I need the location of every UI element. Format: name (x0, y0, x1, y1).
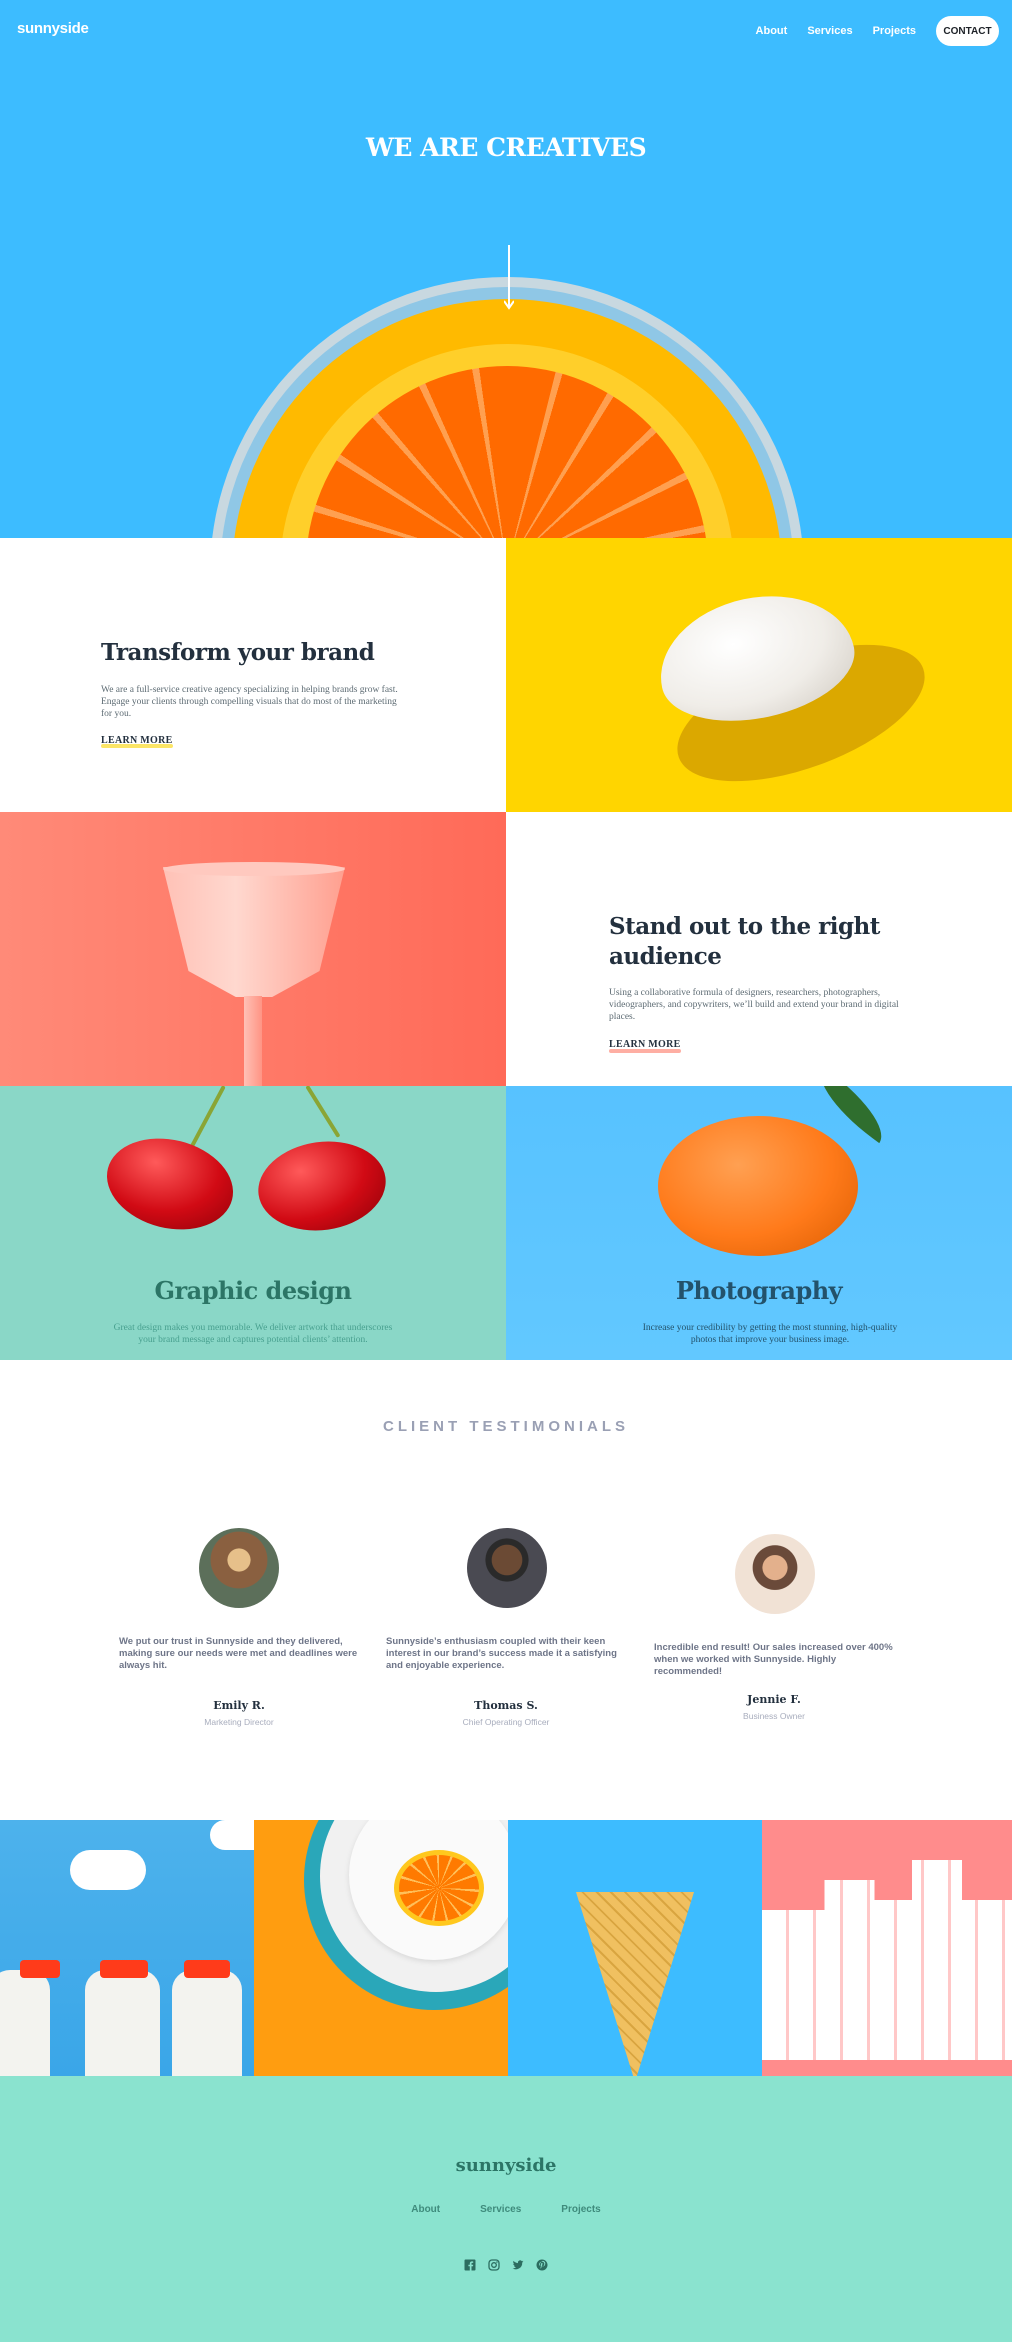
logo[interactable]: sunnyside (17, 20, 89, 37)
hero-title: WE ARE CREATIVES (365, 133, 647, 162)
testimonial-name: Thomas S. (474, 1699, 538, 1712)
feature-title: Transform your brand (101, 639, 375, 666)
contact-button[interactable]: CONTACT (936, 16, 999, 46)
testimonial-role: Chief Operating Officer (462, 1717, 550, 1727)
gallery-orange-plate (254, 1820, 508, 2076)
feature-title: Stand out to the right audience (609, 913, 880, 970)
feature-standout: Stand out to the right audience Using a … (506, 812, 1012, 1086)
gallery-ice-cream-cone (508, 1820, 762, 2076)
avatar (199, 1528, 279, 1608)
nav-services[interactable]: Services (807, 25, 852, 37)
avatar (467, 1528, 547, 1608)
hero-section: sunnyside About Services Projects CONTAC… (0, 0, 1012, 538)
cherry (252, 1133, 392, 1239)
testimonial-role: Marketing Director (204, 1717, 274, 1727)
cup-stem (244, 996, 262, 1086)
tangerine (658, 1116, 858, 1256)
twitter-icon[interactable] (512, 2259, 524, 2271)
instagram-icon[interactable] (488, 2259, 500, 2271)
social-links (0, 2259, 1012, 2271)
feature-description: Using a collaborative formula of designe… (609, 988, 899, 1022)
testimonial-name: Emily R. (213, 1699, 265, 1712)
nav-about[interactable]: About (756, 25, 788, 37)
testimonial-quote: Incredible end result! Our sales increas… (654, 1642, 893, 1677)
facebook-icon[interactable] (464, 2259, 476, 2271)
footer-nav-services[interactable]: Services (480, 2204, 521, 2215)
gallery-sugar-cubes (762, 1820, 1012, 2076)
feature-description: We are a full-service creative agency sp… (101, 685, 398, 719)
service-title: Graphic design (154, 1276, 352, 1305)
footer-logo[interactable]: sunnyside (0, 2155, 1012, 2176)
avatar (735, 1534, 815, 1614)
footer-nav-projects[interactable]: Projects (561, 2204, 600, 2215)
testimonial-quote: Sunnyside’s enthusiasm coupled with thei… (386, 1636, 617, 1671)
service-description: Great design makes you memorable. We del… (113, 1323, 393, 1345)
main-nav: About Services Projects CONTACT (756, 16, 999, 46)
pinterest-icon[interactable] (536, 2259, 548, 2271)
learn-more-link[interactable]: LEARN MORE (101, 735, 173, 746)
glass-image (0, 812, 506, 1086)
cup-rim (163, 862, 345, 876)
testimonial-quote: We put our trust in Sunnyside and they d… (119, 1636, 358, 1671)
footer: sunnyside About Services Projects (0, 2076, 1012, 2342)
cup (163, 867, 345, 997)
cherry-stem (305, 1086, 341, 1138)
photography-card: Photography Increase your credibility by… (506, 1086, 1012, 1360)
service-title: Photography (675, 1276, 843, 1305)
feature-transform: Transform your brand We are a full-servi… (0, 538, 506, 812)
testimonial-role: Business Owner (743, 1711, 805, 1721)
gallery-milk-bottles (0, 1820, 254, 2076)
egg-image (506, 538, 1012, 812)
learn-more-link[interactable]: LEARN MORE (609, 1039, 681, 1050)
cherry (97, 1125, 243, 1243)
nav-projects[interactable]: Projects (873, 25, 916, 37)
testimonial-name: Jennie F. (747, 1693, 801, 1706)
footer-nav-about[interactable]: About (411, 2204, 440, 2215)
service-description: Increase your credibility by getting the… (642, 1323, 898, 1345)
graphic-design-card: Graphic design Great design makes you me… (0, 1086, 506, 1360)
footer-nav: About Services Projects (0, 2204, 1012, 2215)
arrow-down-icon[interactable] (504, 245, 514, 311)
testimonials-heading: CLIENT TESTIMONIALS (383, 1418, 629, 1435)
